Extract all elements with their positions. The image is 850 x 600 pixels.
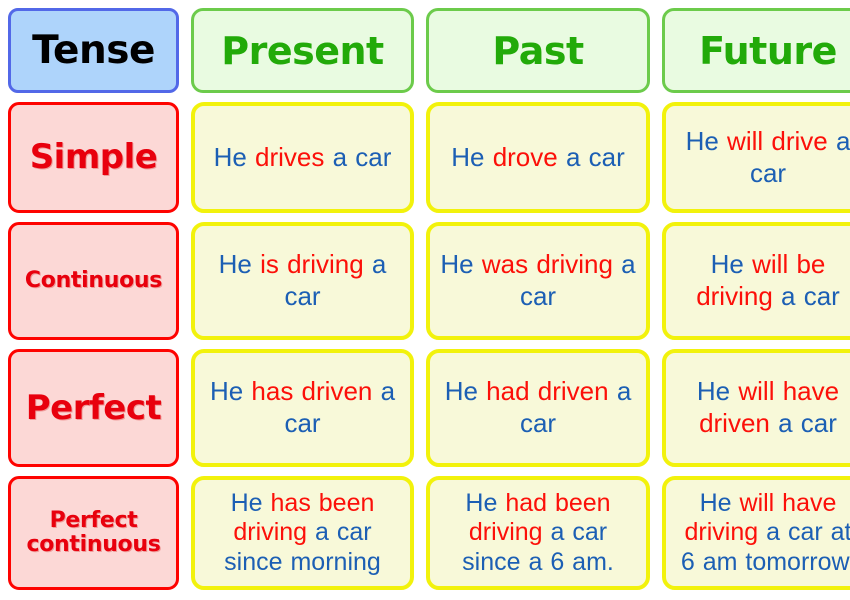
header-cell-tense: Tense <box>8 8 179 93</box>
sentence-text: He is driving a car <box>218 249 387 311</box>
sentence-text: He will have driven a car <box>696 376 840 438</box>
row-label-text: Perfect <box>25 387 162 428</box>
cell-continuous-future: He will be driving a car <box>662 222 850 340</box>
header-label-present: Present <box>221 28 384 73</box>
row-label-perfect: Perfect <box>8 349 179 467</box>
header-cell-present: Present <box>191 8 414 93</box>
header-label-past: Past <box>492 28 584 73</box>
sentence-text: He has been driving a car since morning <box>224 488 381 576</box>
tense-table: Tense Present Past Future Simple He driv… <box>0 0 850 600</box>
sentence-text: He will drive a car <box>685 125 850 188</box>
sentence-text: He had been driving a car since a 6 am. <box>462 488 614 576</box>
row-label-text: Simple <box>29 137 158 178</box>
header-cell-future: Future <box>662 8 850 93</box>
row-label-perfect-continuous: Perfect continuous <box>8 476 179 590</box>
cell-perfect-continuous-present: He has been driving a car since morning <box>191 476 414 590</box>
cell-perfect-present: He has driven a car <box>191 349 414 467</box>
cell-continuous-past: He was driving a car <box>426 222 650 340</box>
sentence-text: He drove a car <box>451 141 625 172</box>
row-label-simple: Simple <box>8 102 179 213</box>
row-label-continuous: Continuous <box>8 222 179 340</box>
sentence-text: He was driving a car <box>440 249 636 311</box>
header-cell-past: Past <box>426 8 650 93</box>
cell-simple-future: He will drive a car <box>662 102 850 213</box>
cell-simple-present: He drives a car <box>191 102 414 213</box>
row-label-text: Perfect continuous <box>26 508 161 557</box>
cell-perfect-future: He will have driven a car <box>662 349 850 467</box>
header-label-future: Future <box>699 28 837 73</box>
sentence-text: He drives a car <box>213 141 392 172</box>
sentence-text: He will have driving a car at 6 am tomor… <box>680 488 850 576</box>
sentence-text: He has driven a car <box>209 376 396 438</box>
cell-perfect-past: He had driven a car <box>426 349 650 467</box>
row-label-text: Continuous <box>24 268 163 294</box>
cell-perfect-continuous-future: He will have driving a car at 6 am tomor… <box>662 476 850 590</box>
header-label-tense: Tense <box>32 28 155 73</box>
cell-perfect-continuous-past: He had been driving a car since a 6 am. <box>426 476 650 590</box>
sentence-text: He had driven a car <box>444 376 632 438</box>
cell-simple-past: He drove a car <box>426 102 650 213</box>
cell-continuous-present: He is driving a car <box>191 222 414 340</box>
sentence-text: He will be driving a car <box>696 249 840 311</box>
